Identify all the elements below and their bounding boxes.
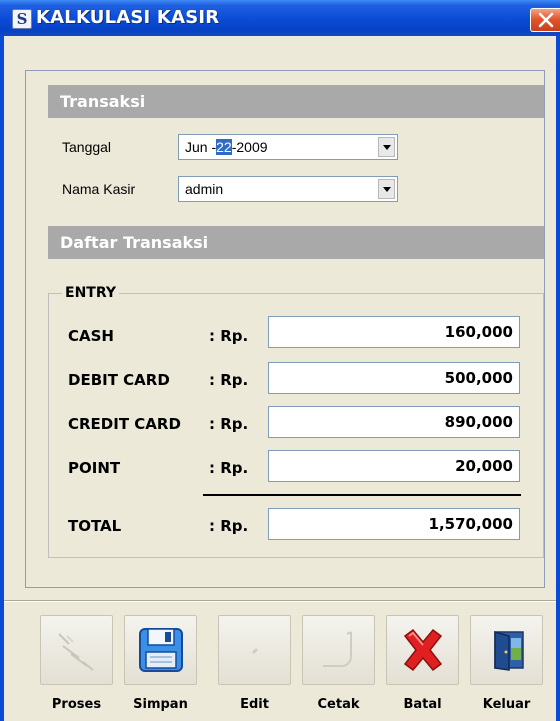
currency-label: : Rp. [209, 517, 249, 535]
tanggal-day-selected[interactable]: 22 [216, 139, 232, 155]
keluar-label: Keluar [482, 697, 531, 712]
cash-amount-field[interactable]: 160,000 [268, 316, 520, 348]
edit-label: Edit [240, 697, 269, 712]
keluar-button[interactable] [470, 615, 543, 685]
tanggal-date-picker[interactable]: Jun -22-2009 [178, 134, 398, 160]
exit-door-icon [494, 631, 524, 671]
close-icon [538, 12, 554, 28]
kasir-app-icon: S [12, 9, 32, 29]
nama-kasir-label: Nama Kasir [62, 181, 136, 197]
window-title: KALKULASI KASIR [36, 7, 220, 28]
edit-icon [252, 648, 258, 654]
window-frame-right [556, 36, 560, 721]
print-icon [323, 631, 352, 667]
dropdown-arrow-icon[interactable] [378, 179, 395, 199]
total-label: TOTAL [68, 517, 122, 535]
total-amount-field[interactable]: 1,570,000 [268, 508, 520, 540]
nama-kasir-select[interactable]: admin [178, 176, 398, 202]
window-frame-left [0, 36, 4, 721]
batal-label: Batal [403, 697, 442, 712]
currency-label: : Rp. [209, 459, 249, 477]
batal-button[interactable] [386, 615, 459, 685]
floppy-disk-icon [139, 628, 183, 672]
cancel-x-icon [403, 628, 443, 672]
process-icon [58, 633, 94, 671]
point-amount-field[interactable]: 20,000 [268, 450, 520, 482]
close-button[interactable] [530, 8, 560, 32]
point-label: POINT [68, 459, 121, 477]
daftar-transaksi-header: Daftar Transaksi [48, 226, 544, 259]
edit-button[interactable] [218, 615, 291, 685]
title-bar[interactable]: S KALKULASI KASIR [0, 0, 560, 36]
transaksi-header: Transaksi [48, 85, 544, 118]
debit-card-label: DEBIT CARD [68, 371, 170, 389]
entry-legend: ENTRY [62, 283, 119, 303]
simpan-label: Simpan [133, 697, 188, 712]
credit-card-amount-field[interactable]: 890,000 [268, 406, 520, 438]
currency-label: : Rp. [209, 327, 249, 345]
dropdown-arrow-icon[interactable] [378, 137, 395, 157]
simpan-button[interactable] [124, 615, 197, 685]
currency-label: : Rp. [209, 371, 249, 389]
cetak-label: Cetak [317, 697, 360, 712]
nama-kasir-value[interactable]: admin [185, 180, 223, 198]
debit-card-amount-field[interactable]: 500,000 [268, 362, 520, 394]
tanggal-value[interactable]: Jun -22-2009 [185, 138, 268, 156]
currency-label: : Rp. [209, 415, 249, 433]
credit-card-label: CREDIT CARD [68, 415, 181, 433]
toolbar-separator [4, 600, 556, 602]
cetak-button[interactable] [302, 615, 375, 685]
tanggal-label: Tanggal [62, 139, 112, 155]
cash-label: CASH [68, 327, 114, 345]
proses-button[interactable] [40, 615, 113, 685]
total-divider [203, 494, 521, 496]
proses-label: Proses [51, 697, 102, 712]
